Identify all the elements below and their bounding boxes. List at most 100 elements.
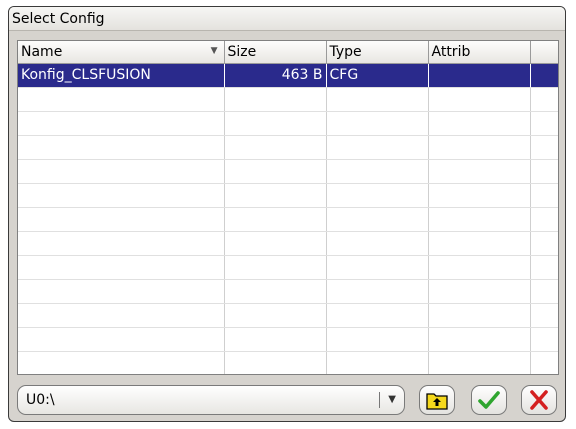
table-row-empty[interactable] xyxy=(18,183,558,208)
cell-empty xyxy=(530,135,558,160)
up-folder-button[interactable] xyxy=(419,385,455,415)
cell-empty xyxy=(326,159,429,184)
cell-empty xyxy=(18,207,225,232)
folder-up-icon xyxy=(426,393,448,410)
cell-empty xyxy=(18,327,225,352)
column-header-type[interactable]: Type xyxy=(326,41,429,64)
cell-empty xyxy=(428,303,531,328)
column-header-size[interactable]: Size xyxy=(224,41,327,64)
cell-empty xyxy=(18,279,225,304)
cell-empty xyxy=(530,255,558,280)
table-row-empty[interactable] xyxy=(18,87,558,112)
cell-empty xyxy=(428,231,531,256)
cell-extra xyxy=(530,63,558,88)
table-row-empty[interactable] xyxy=(18,303,558,328)
column-header-label: Size xyxy=(227,43,257,60)
cell-empty xyxy=(326,303,429,328)
cell-empty xyxy=(530,303,558,328)
cell-empty xyxy=(18,135,225,160)
x-icon xyxy=(530,390,548,410)
table-row-empty[interactable] xyxy=(18,255,558,280)
cell-attrib xyxy=(428,63,531,88)
table-row-empty[interactable] xyxy=(18,135,558,160)
dialog-title: Select Config xyxy=(9,7,565,31)
cell-empty xyxy=(224,231,327,256)
cell-empty xyxy=(326,231,429,256)
cell-empty xyxy=(530,159,558,184)
column-header-label: Type xyxy=(329,43,362,60)
cell-empty xyxy=(224,87,327,112)
path-combobox[interactable]: U0:\ ▼ xyxy=(17,385,405,415)
cell-empty xyxy=(530,231,558,256)
cell-empty xyxy=(530,207,558,232)
cell-empty xyxy=(326,207,429,232)
table-row-empty[interactable] xyxy=(18,231,558,256)
cell-empty xyxy=(18,303,225,328)
path-value: U0:\ xyxy=(26,392,55,408)
cell-empty xyxy=(428,207,531,232)
cell-empty xyxy=(224,135,327,160)
column-header-extra[interactable] xyxy=(530,41,558,64)
table-header-row: Name ▼ Size Type Attrib xyxy=(18,41,558,64)
cell-empty xyxy=(224,183,327,208)
cell-size: 463 B xyxy=(224,63,327,88)
cell-empty xyxy=(428,351,531,374)
table-row-empty[interactable] xyxy=(18,159,558,184)
cell-name: Konfig_CLSFUSION xyxy=(18,63,225,88)
cell-empty xyxy=(18,159,225,184)
table-row-empty[interactable] xyxy=(18,327,558,352)
column-header-name[interactable]: Name ▼ xyxy=(18,41,225,64)
cell-empty xyxy=(224,279,327,304)
cell-type: CFG xyxy=(326,63,429,88)
table-row-empty[interactable] xyxy=(18,279,558,304)
cell-empty xyxy=(530,87,558,112)
column-header-label: Name xyxy=(21,43,63,60)
cell-empty xyxy=(224,255,327,280)
select-config-dialog: Select Config Name ▼ Size Type Attrib Ko… xyxy=(8,6,566,422)
table-row-empty[interactable] xyxy=(18,111,558,136)
cell-empty xyxy=(428,159,531,184)
sort-down-icon: ▼ xyxy=(210,46,218,56)
cell-empty xyxy=(530,111,558,136)
cell-empty xyxy=(428,183,531,208)
cell-empty xyxy=(428,255,531,280)
cell-empty xyxy=(428,279,531,304)
cell-empty xyxy=(530,279,558,304)
cell-empty xyxy=(326,327,429,352)
cell-empty xyxy=(224,111,327,136)
cell-empty xyxy=(18,351,225,374)
cancel-button[interactable] xyxy=(521,385,557,415)
column-header-attrib[interactable]: Attrib xyxy=(428,41,531,64)
cell-empty xyxy=(18,183,225,208)
cell-empty xyxy=(326,183,429,208)
table-row-empty[interactable] xyxy=(18,207,558,232)
cell-empty xyxy=(224,351,327,374)
cell-empty xyxy=(18,231,225,256)
cell-empty xyxy=(326,255,429,280)
cell-empty xyxy=(530,327,558,352)
cell-empty xyxy=(224,327,327,352)
file-table: Name ▼ Size Type Attrib Konfig_CLSFUSION… xyxy=(18,41,558,374)
cell-empty xyxy=(530,351,558,374)
cell-empty xyxy=(326,135,429,160)
cell-empty xyxy=(18,255,225,280)
column-header-label: Attrib xyxy=(431,43,471,60)
combobox-separator xyxy=(379,392,380,408)
cell-empty xyxy=(224,303,327,328)
cell-empty xyxy=(428,87,531,112)
cell-empty xyxy=(18,87,225,112)
cell-empty xyxy=(326,87,429,112)
cell-empty xyxy=(428,135,531,160)
cell-empty xyxy=(326,351,429,374)
cell-empty xyxy=(428,111,531,136)
cell-empty xyxy=(224,207,327,232)
cell-empty xyxy=(530,183,558,208)
dropdown-arrow-icon[interactable]: ▼ xyxy=(388,386,396,414)
cell-empty xyxy=(18,111,225,136)
table-row[interactable]: Konfig_CLSFUSION 463 B CFG xyxy=(18,63,558,88)
file-list[interactable]: Name ▼ Size Type Attrib Konfig_CLSFUSION… xyxy=(17,40,559,375)
cell-empty xyxy=(326,111,429,136)
footer-bar: U0:\ ▼ xyxy=(17,385,559,415)
ok-button[interactable] xyxy=(471,385,507,415)
table-row-empty[interactable] xyxy=(18,351,558,374)
